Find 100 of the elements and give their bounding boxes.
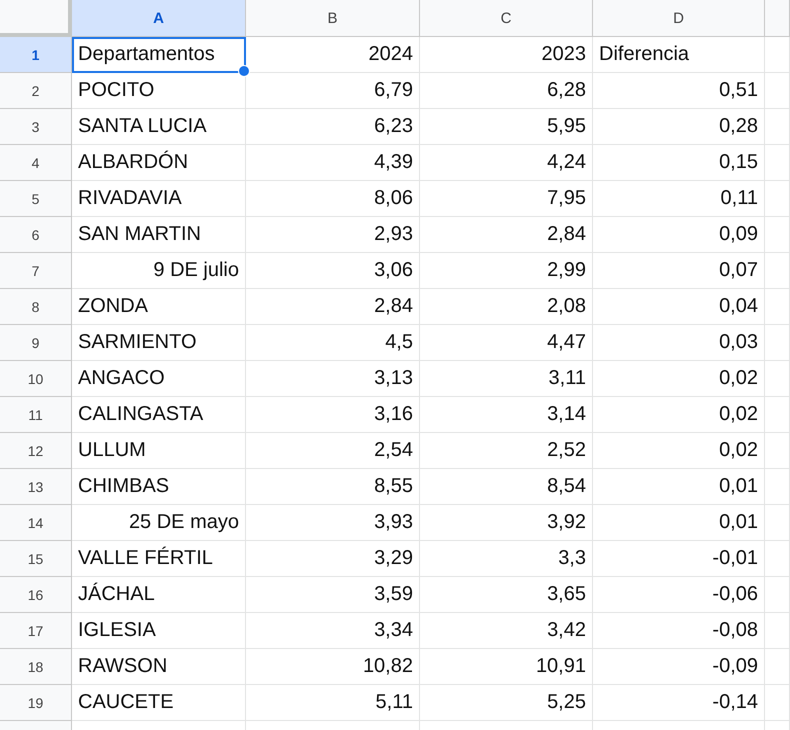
- empty-cell[interactable]: [765, 325, 790, 361]
- row-header[interactable]: 8: [0, 289, 72, 325]
- table-cell[interactable]: 2024: [246, 37, 420, 73]
- table-cell[interactable]: 4,24: [420, 145, 593, 181]
- table-cell[interactable]: 9 DE julio: [72, 253, 246, 289]
- table-cell[interactable]: 0,28: [593, 109, 765, 145]
- column-header[interactable]: C: [420, 0, 593, 37]
- row-header[interactable]: 15: [0, 541, 72, 577]
- row-header[interactable]: 2: [0, 73, 72, 109]
- table-cell[interactable]: ZONDA: [72, 289, 246, 325]
- table-cell[interactable]: CAUCETE: [72, 685, 246, 721]
- empty-cell[interactable]: [765, 577, 790, 613]
- table-cell[interactable]: 2,52: [420, 433, 593, 469]
- fill-handle[interactable]: [238, 65, 250, 77]
- table-cell[interactable]: 25 DE mayo: [72, 505, 246, 541]
- table-cell[interactable]: POCITO: [72, 73, 246, 109]
- row-header[interactable]: 10: [0, 361, 72, 397]
- table-cell[interactable]: 0,02: [593, 397, 765, 433]
- empty-cell[interactable]: [765, 433, 790, 469]
- empty-cell[interactable]: [765, 73, 790, 109]
- table-cell[interactable]: SARMIENTO: [72, 325, 246, 361]
- table-cell[interactable]: SAN MARTIN: [72, 217, 246, 253]
- table-cell[interactable]: 3,14: [420, 397, 593, 433]
- table-cell[interactable]: 10,82: [246, 649, 420, 685]
- table-cell[interactable]: ANGACO: [72, 361, 246, 397]
- table-cell[interactable]: 0,51: [593, 73, 765, 109]
- table-cell[interactable]: 2023: [420, 37, 593, 73]
- table-cell[interactable]: 5,25: [420, 685, 593, 721]
- empty-cell[interactable]: [765, 541, 790, 577]
- table-cell[interactable]: IGLESIA: [72, 613, 246, 649]
- table-cell[interactable]: Departamentos: [72, 37, 246, 73]
- table-cell[interactable]: 2,93: [246, 217, 420, 253]
- table-cell[interactable]: 2,99: [420, 253, 593, 289]
- table-cell[interactable]: 8,06: [246, 181, 420, 217]
- table-cell[interactable]: 6,28: [420, 73, 593, 109]
- empty-cell[interactable]: [765, 361, 790, 397]
- row-header[interactable]: 11: [0, 397, 72, 433]
- table-cell[interactable]: 4,5: [246, 325, 420, 361]
- table-cell[interactable]: 3,93: [246, 505, 420, 541]
- table-cell[interactable]: 0,01: [593, 469, 765, 505]
- table-cell[interactable]: -0,14: [593, 685, 765, 721]
- table-cell[interactable]: -0,01: [593, 541, 765, 577]
- table-cell[interactable]: RAWSON: [72, 649, 246, 685]
- table-cell[interactable]: 0,02: [593, 433, 765, 469]
- row-header[interactable]: 1: [0, 37, 72, 73]
- table-cell[interactable]: JÁCHAL: [72, 577, 246, 613]
- empty-cell[interactable]: [765, 289, 790, 325]
- table-cell[interactable]: ALBARDÓN: [72, 145, 246, 181]
- row-header[interactable]: 5: [0, 181, 72, 217]
- row-header[interactable]: 13: [0, 469, 72, 505]
- table-cell[interactable]: -0,09: [593, 649, 765, 685]
- empty-cell[interactable]: [765, 145, 790, 181]
- empty-cell[interactable]: [765, 613, 790, 649]
- row-header[interactable]: 7: [0, 253, 72, 289]
- table-cell[interactable]: 3,29: [246, 541, 420, 577]
- table-cell[interactable]: 4,39: [246, 145, 420, 181]
- table-cell[interactable]: 0,15: [593, 145, 765, 181]
- table-cell[interactable]: 2,84: [420, 217, 593, 253]
- empty-cell[interactable]: [765, 397, 790, 433]
- table-cell[interactable]: Diferencia: [593, 37, 765, 73]
- table-cell[interactable]: CHIMBAS: [72, 469, 246, 505]
- empty-cell[interactable]: [765, 253, 790, 289]
- table-cell[interactable]: 8,55: [246, 469, 420, 505]
- empty-cell[interactable]: [765, 469, 790, 505]
- table-cell[interactable]: 5,95: [420, 109, 593, 145]
- row-header[interactable]: 9: [0, 325, 72, 361]
- table-cell[interactable]: 3,16: [246, 397, 420, 433]
- table-cell[interactable]: 0,01: [593, 505, 765, 541]
- empty-cell[interactable]: [765, 649, 790, 685]
- table-cell[interactable]: SANTA LUCIA: [72, 109, 246, 145]
- table-cell[interactable]: CALINGASTA: [72, 397, 246, 433]
- table-cell[interactable]: 4,47: [420, 325, 593, 361]
- table-cell[interactable]: 3,34: [246, 613, 420, 649]
- table-cell[interactable]: RIVADAVIA: [72, 181, 246, 217]
- column-header[interactable]: A: [72, 0, 246, 37]
- table-cell[interactable]: 0,09: [593, 217, 765, 253]
- table-cell[interactable]: -0,06: [593, 577, 765, 613]
- row-header[interactable]: 6: [0, 217, 72, 253]
- column-header[interactable]: D: [593, 0, 765, 37]
- table-cell[interactable]: VALLE FÉRTIL: [72, 541, 246, 577]
- table-cell[interactable]: -0,08: [593, 613, 765, 649]
- table-cell[interactable]: 3,3: [420, 541, 593, 577]
- row-header[interactable]: 3: [0, 109, 72, 145]
- table-cell[interactable]: 10,91: [420, 649, 593, 685]
- table-cell[interactable]: 6,23: [246, 109, 420, 145]
- table-cell[interactable]: 0,03: [593, 325, 765, 361]
- table-cell[interactable]: 0,02: [593, 361, 765, 397]
- row-header[interactable]: 16: [0, 577, 72, 613]
- empty-cell[interactable]: [765, 109, 790, 145]
- select-all-corner[interactable]: [0, 0, 72, 37]
- empty-cell[interactable]: [765, 181, 790, 217]
- table-cell[interactable]: 5,11: [246, 685, 420, 721]
- empty-cell[interactable]: [765, 217, 790, 253]
- column-header[interactable]: B: [246, 0, 420, 37]
- table-cell[interactable]: 0,11: [593, 181, 765, 217]
- table-cell[interactable]: 3,65: [420, 577, 593, 613]
- table-cell[interactable]: 0,04: [593, 289, 765, 325]
- table-cell[interactable]: 3,42: [420, 613, 593, 649]
- table-cell[interactable]: 0,07: [593, 253, 765, 289]
- table-cell[interactable]: 2,08: [420, 289, 593, 325]
